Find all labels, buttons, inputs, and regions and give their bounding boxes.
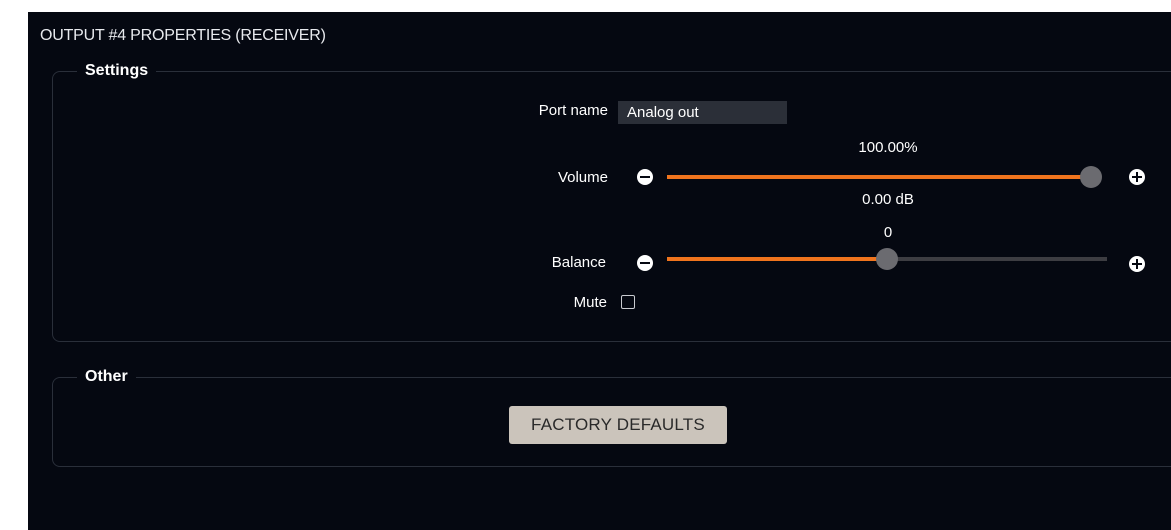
volume-percent-value: 100.00% [858,139,918,156]
balance-slider[interactable] [667,248,1107,270]
balance-label: Balance [551,254,606,271]
settings-group: Settings [52,62,1171,342]
port-name-label: Port name [538,102,608,119]
minus-circle-icon [640,176,650,178]
volume-db-value: 0.00 dB [862,191,914,208]
port-name-input[interactable] [618,101,787,124]
volume-decrease-button[interactable] [637,169,653,185]
factory-defaults-button[interactable]: FACTORY DEFAULTS [509,406,727,444]
balance-slider-fill [667,257,887,261]
balance-slider-thumb[interactable] [876,248,898,270]
other-legend: Other [85,368,128,385]
plus-circle-icon-vertical [1136,172,1138,182]
volume-label: Volume [557,169,608,186]
volume-slider-fill [667,175,1091,179]
plus-circle-icon-vertical [1136,259,1138,269]
balance-value: 0 [883,224,893,241]
balance-decrease-button[interactable] [637,255,653,271]
volume-slider[interactable] [667,166,1102,188]
minus-circle-icon [640,262,650,264]
panel-title: OUTPUT #4 PROPERTIES (RECEIVER) [40,27,326,44]
balance-increase-button[interactable] [1129,256,1145,272]
settings-legend: Settings [85,62,149,79]
mute-checkbox[interactable] [621,295,635,309]
mute-label: Mute [573,294,607,311]
output-properties-panel: OUTPUT #4 PROPERTIES (RECEIVER) Settings… [28,12,1171,530]
volume-increase-button[interactable] [1129,169,1145,185]
volume-slider-thumb[interactable] [1079,166,1102,188]
